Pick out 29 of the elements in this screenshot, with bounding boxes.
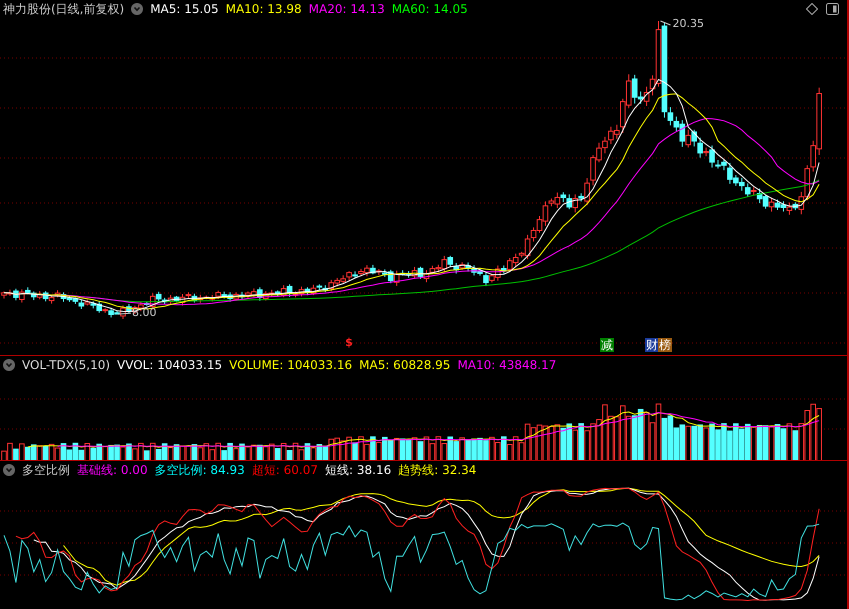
event-badge: 财 <box>645 338 659 352</box>
indicator-value: 短线: 38.16 <box>325 462 392 478</box>
low-price-label: 8.00 <box>132 306 157 320</box>
event-marker: $ <box>345 336 353 349</box>
event-badge: 榜 <box>658 338 672 352</box>
indicator-value: VOLUME: 104033.16 <box>229 358 352 372</box>
diamond-icon[interactable] <box>806 3 818 15</box>
dropdown-icon[interactable] <box>3 464 15 476</box>
indicator-value: 基础线: 0.00 <box>77 462 148 478</box>
indicator-value: 超短: 60.07 <box>252 462 318 478</box>
indicator-value: MA10: 13.98 <box>226 2 302 16</box>
pane-title: 多空比例 <box>22 462 70 478</box>
panel-toggle-icon[interactable] <box>826 3 839 15</box>
indicator-value: VVOL: 104033.15 <box>117 358 222 372</box>
pane-title: VOL-TDX(5,10) <box>22 358 110 372</box>
indicator-value: 多空比例: 84.93 <box>154 462 245 478</box>
dropdown-icon[interactable] <box>3 358 15 371</box>
leader-line <box>118 312 132 315</box>
indicator-value: MA5: 15.05 <box>150 2 219 16</box>
indicator-value: 趋势线: 32.34 <box>398 462 476 478</box>
pane-title: 神力股份(日线,前复权) <box>3 0 124 18</box>
leader-line <box>660 20 671 26</box>
event-badge: 减 <box>600 338 614 352</box>
indicator-value: MA60: 14.05 <box>392 2 468 16</box>
indicator-value: MA10: 43848.17 <box>457 358 556 372</box>
indicator-value: MA5: 60828.95 <box>359 358 450 372</box>
indicator-value: MA20: 14.13 <box>308 2 385 16</box>
high-price-label: 20.35 <box>672 17 704 30</box>
dropdown-icon[interactable] <box>131 3 144 15</box>
